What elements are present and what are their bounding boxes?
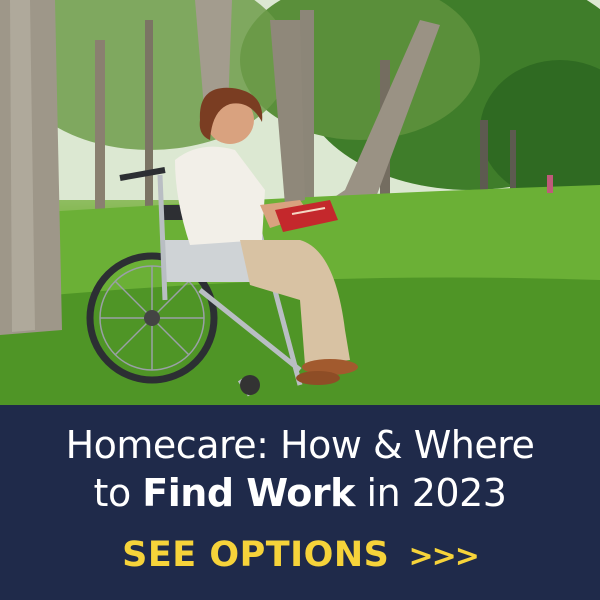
headline-prefix: to — [93, 471, 143, 515]
headline-suffix: in 2023 — [354, 471, 507, 515]
triple-chevron-right-icon: >>> — [408, 539, 479, 574]
ad-creative[interactable]: Homecare: How & Where to Find Work in 20… — [0, 0, 600, 600]
headline: Homecare: How & Where to Find Work in 20… — [0, 405, 600, 517]
hero-photo — [0, 0, 600, 405]
cta-label: SEE OPTIONS — [122, 535, 390, 575]
promo-banner: Homecare: How & Where to Find Work in 20… — [0, 405, 600, 600]
headline-line-2: to Find Work in 2023 — [0, 469, 600, 517]
headline-line-1: Homecare: How & Where — [65, 423, 535, 467]
headline-emphasis: Find Work — [142, 471, 355, 515]
see-options-button[interactable]: SEE OPTIONS >>> — [0, 535, 600, 575]
